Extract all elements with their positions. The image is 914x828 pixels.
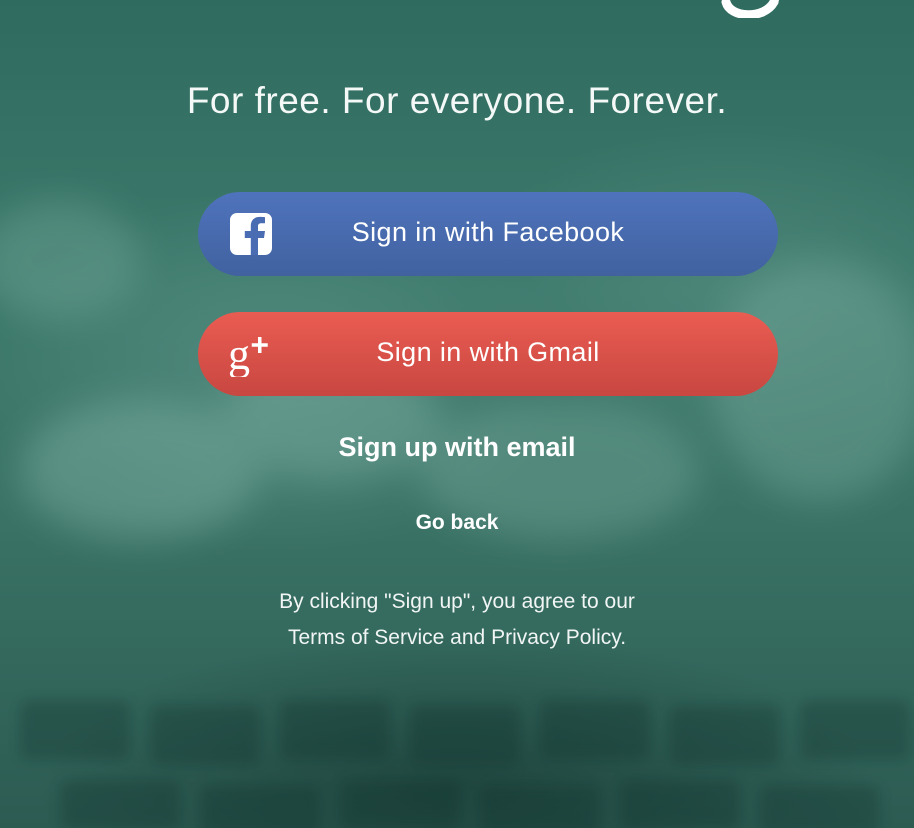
privacy-policy-link[interactable]: Privacy Policy xyxy=(491,626,620,649)
logo-icon xyxy=(721,0,779,18)
legal-period: . xyxy=(620,626,627,649)
go-back-link[interactable]: Go back xyxy=(0,511,914,535)
gmail-signin-button[interactable]: g Sign in with Gmail xyxy=(198,312,778,396)
legal-and-text: and xyxy=(450,626,486,649)
legal-notice: By clicking "Sign up", you agree to our … xyxy=(0,584,914,656)
terms-of-service-link[interactable]: Terms of Service xyxy=(288,626,444,649)
background-image xyxy=(0,200,914,828)
legal-line-1: By clicking "Sign up", you agree to our xyxy=(279,590,635,613)
signup-email-link[interactable]: Sign up with email xyxy=(0,432,914,463)
tagline: For free. For everyone. Forever. xyxy=(186,80,728,121)
facebook-signin-label: Sign in with Facebook xyxy=(351,217,625,247)
facebook-signin-button[interactable]: Sign in with Facebook xyxy=(198,192,778,276)
legal-line-2: Terms of Service and Privacy Policy. xyxy=(0,620,914,656)
gmail-signin-label: Sign in with Gmail xyxy=(376,337,600,367)
